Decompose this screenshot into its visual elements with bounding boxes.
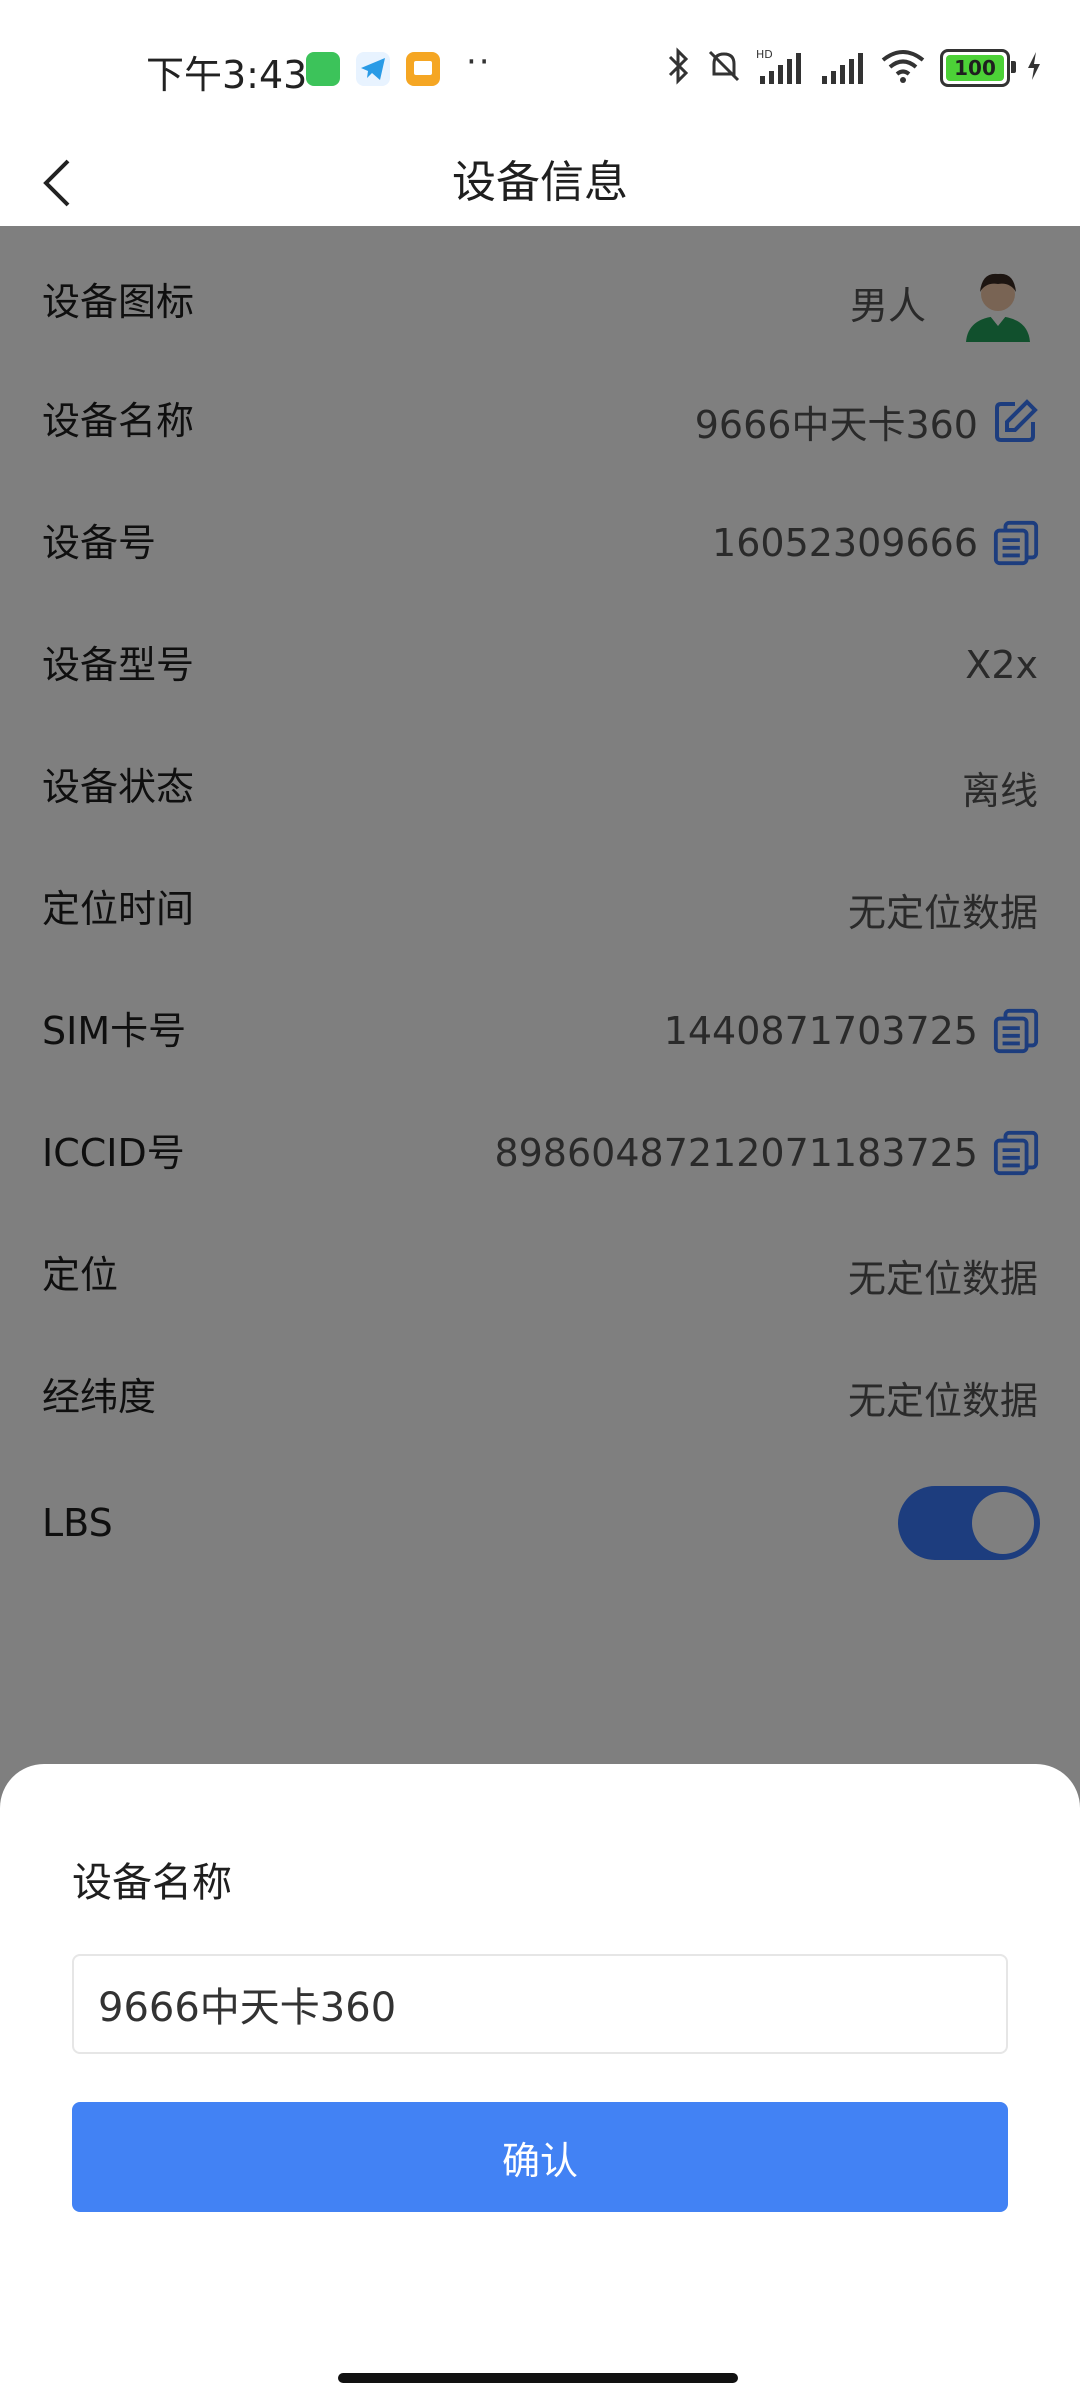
battery-level: 100 [954,56,996,80]
status-bar: 下午3:43 ·· HD 100 [0,0,1080,140]
status-time: 下午3:43 [146,53,308,97]
wechat-notification-icon [306,52,340,86]
sheet-title: 设备名称 [72,1860,232,1906]
edit-name-sheet: 设备名称 确认 [0,1764,1080,2400]
wifi-icon [880,46,926,90]
battery-icon: 100 [940,49,1016,87]
status-indicators: HD 100 [666,46,1044,90]
charging-icon [1024,46,1044,90]
bell-muted-icon [706,46,742,90]
svg-text:HD: HD [756,48,773,61]
header: 设备信息 [0,140,1080,227]
confirm-button[interactable]: 确认 [72,2102,1008,2212]
bluetooth-icon [666,46,692,90]
signal-hd-icon: HD [756,46,804,90]
signal-icon [818,46,866,90]
telegram-notification-icon [356,52,390,86]
device-name-input[interactable] [72,1954,1008,2054]
page-title: 设备信息 [452,157,628,208]
home-indicator[interactable] [338,2373,738,2383]
more-notifications-icon: ·· [466,42,492,82]
message-notification-icon [406,52,440,86]
